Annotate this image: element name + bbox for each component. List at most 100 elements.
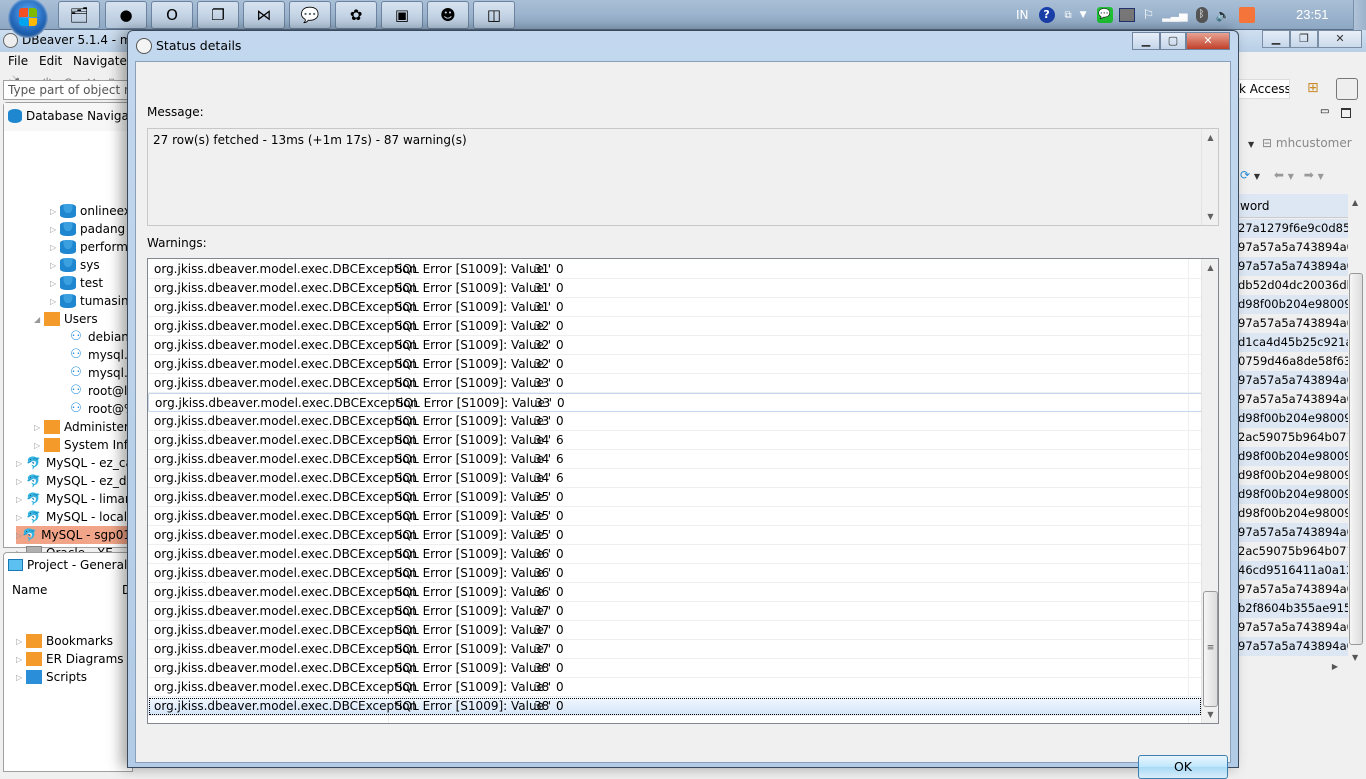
taskbar-color-app-button[interactable]: ✿ [335, 1, 377, 29]
scroll-up-icon[interactable]: ▲ [1352, 198, 1358, 207]
warning-row[interactable]: org.jkiss.dbeaver.model.exec.DBCExceptio… [148, 488, 1202, 507]
bluetooth-icon[interactable]: ᛒ [1195, 7, 1208, 23]
expand-arrow-icon[interactable]: ▷ [50, 225, 60, 234]
taskbar-chrome-button[interactable]: ● [105, 1, 147, 29]
taskbar-windows-explorer-button[interactable]: 🗂 [58, 1, 100, 29]
expand-arrow-icon[interactable]: ▷ [16, 673, 26, 682]
result-cell[interactable]: 2ac59075b964b0715 [1238, 428, 1348, 447]
warning-row[interactable]: org.jkiss.dbeaver.model.exec.DBCExceptio… [148, 659, 1202, 678]
menu-edit[interactable]: Edit [39, 54, 62, 68]
result-cell[interactable]: 2ac59075b964b0715 [1238, 542, 1348, 561]
expand-arrow-icon[interactable]: ▷ [50, 243, 60, 252]
navigator-item[interactable]: ▷ 🐬 MySQL - ez_cas [16, 454, 139, 472]
result-cell[interactable]: db52d04dc20036dbd [1238, 276, 1348, 295]
restore-button[interactable]: ❐ [1290, 30, 1318, 48]
navigator-item[interactable]: ▷ tumasing [50, 292, 136, 310]
result-cell[interactable]: 97a57a5a743894a0e4 [1238, 637, 1348, 656]
dropdown-icon[interactable]: ▼ [1318, 172, 1324, 181]
show-desktop-button[interactable] [1353, 0, 1366, 30]
display-icon[interactable] [1118, 8, 1135, 22]
warning-row[interactable]: org.jkiss.dbeaver.model.exec.DBCExceptio… [148, 678, 1202, 697]
project-item[interactable]: ▷ Scripts [16, 668, 87, 686]
navigator-item[interactable]: ▷ Administer [34, 418, 129, 436]
scroll-down-icon[interactable]: ▼ [1352, 653, 1358, 662]
close-button[interactable]: ✕ [1318, 30, 1362, 48]
scroll-thumb[interactable] [1349, 273, 1363, 645]
message-text-area[interactable]: 27 row(s) fetched - 13ms (+1m 17s) - 87 … [147, 128, 1219, 226]
scroll-thumb[interactable]: ≡ [1203, 591, 1218, 707]
scroll-down-icon[interactable]: ▼ [1202, 208, 1219, 225]
result-cell[interactable]: 97a57a5a743894a0e4 [1238, 257, 1348, 276]
project-item[interactable]: ▷ ER Diagrams [16, 650, 124, 668]
result-cell[interactable]: d98f00b204e9800998 [1238, 485, 1348, 504]
warnings-scrollbar[interactable]: ▲ ≡ ▼ [1201, 259, 1218, 723]
refresh-icon[interactable]: ⟳ [1240, 168, 1250, 182]
warning-row[interactable]: org.jkiss.dbeaver.model.exec.DBCExceptio… [148, 412, 1202, 431]
editor-tab[interactable]: ▼ ⊟ mhcustomer [1248, 136, 1352, 150]
expanded-arrow-icon[interactable]: ◢ [34, 315, 44, 324]
taskbar-line-messenger-button[interactable]: 💬 [289, 1, 331, 29]
warning-row[interactable]: org.jkiss.dbeaver.model.exec.DBCExceptio… [148, 431, 1202, 450]
warnings-table[interactable]: org.jkiss.dbeaver.model.exec.DBCExceptio… [147, 258, 1219, 724]
expand-arrow-icon[interactable]: ▷ [16, 655, 26, 664]
warning-row[interactable]: org.jkiss.dbeaver.model.exec.DBCExceptio… [148, 279, 1202, 298]
result-cell[interactable]: d1ca4d45b25c921a1 [1238, 333, 1348, 352]
result-cell[interactable]: 97a57a5a743894a0e4 [1238, 580, 1348, 599]
tray-expand-icon[interactable]: ▼ [1080, 10, 1087, 20]
expand-arrow-icon[interactable]: ▷ [34, 423, 44, 432]
expand-arrow-icon[interactable]: ▷ [50, 207, 60, 216]
ok-button[interactable]: OK [1138, 755, 1228, 779]
result-cell[interactable]: b2f8604b355ae9150c [1238, 599, 1348, 618]
minimize-button[interactable]: ▁ [1262, 30, 1290, 48]
result-cell[interactable]: 97a57a5a743894a0e4 [1238, 371, 1348, 390]
line-notify-icon[interactable]: 💬 [1096, 7, 1113, 23]
result-cell[interactable]: 97a57a5a743894a0e4 [1238, 314, 1348, 333]
taskbar-virtualbox-button[interactable]: ◫ [473, 1, 515, 29]
taskbar-task-manager-button[interactable]: ▣ [381, 1, 423, 29]
warning-row[interactable]: org.jkiss.dbeaver.model.exec.DBCExceptio… [148, 298, 1202, 317]
result-cell[interactable]: d98f00b204e9800998 [1238, 409, 1348, 428]
taskbar-file-manager-button[interactable]: ❐ [197, 1, 239, 29]
result-cell[interactable]: d98f00b204e9800998 [1238, 466, 1348, 485]
warning-row[interactable]: org.jkiss.dbeaver.model.exec.DBCExceptio… [148, 469, 1202, 488]
expand-arrow-icon[interactable]: ▷ [16, 477, 26, 486]
taskbar-dbeaver-button[interactable]: ☻ [427, 1, 469, 29]
expand-arrow-icon[interactable]: ▷ [16, 495, 26, 504]
scroll-right-icon[interactable]: ▶ [1332, 662, 1338, 671]
monitor-switch-icon[interactable]: ⧉ [1065, 10, 1072, 21]
navigator-item[interactable]: ▷ sys [50, 256, 100, 274]
menu-file[interactable]: File [8, 54, 28, 68]
project-title[interactable]: Project - General [27, 558, 127, 572]
result-cell[interactable]: 46cd9516411a0a124 [1238, 561, 1348, 580]
dropdown-icon[interactable]: ▼ [1254, 172, 1260, 181]
maximize-view-icon[interactable] [1341, 108, 1351, 118]
expand-arrow-icon[interactable]: ▷ [50, 279, 60, 288]
dialog-maximize-button[interactable]: ▢ [1160, 32, 1186, 50]
navigator-item[interactable]: ▷ 🐬 MySQL - ez_din [16, 472, 137, 490]
navigator-item[interactable]: ▷ test [50, 274, 103, 292]
taskbar-outlook-button[interactable]: O [151, 1, 193, 29]
results-vertical-scrollbar[interactable]: ▲ ▼ [1348, 194, 1364, 664]
warning-row[interactable]: org.jkiss.dbeaver.model.exec.DBCExceptio… [148, 564, 1202, 583]
language-indicator[interactable]: IN [1016, 8, 1029, 22]
warning-row[interactable]: org.jkiss.dbeaver.model.exec.DBCExceptio… [148, 621, 1202, 640]
minimize-view-icon[interactable]: ▭ [1320, 106, 1329, 117]
project-item[interactable]: ▷ Bookmarks [16, 632, 113, 650]
result-cell[interactable]: 0759d46a8de58f63a [1238, 352, 1348, 371]
results-column-header[interactable]: word [1238, 194, 1348, 218]
navigator-item[interactable]: ▷ 🐬 MySQL - sgp01. [16, 526, 135, 544]
expand-arrow-icon[interactable]: ▷ [16, 459, 26, 468]
results-horizontal-scrollbar[interactable]: ▶ [1238, 660, 1348, 676]
warning-row[interactable]: org.jkiss.dbeaver.model.exec.DBCExceptio… [148, 336, 1202, 355]
result-cell[interactable]: 97a57a5a743894a0e4 [1238, 238, 1348, 257]
navigator-item[interactable]: ▷ padang [50, 220, 125, 238]
navigator-item[interactable]: ▷ 🐬 MySQL - limant [16, 490, 137, 508]
scroll-down-icon[interactable]: ▼ [1202, 706, 1218, 723]
warning-row[interactable]: org.jkiss.dbeaver.model.exec.DBCExceptio… [148, 602, 1202, 621]
project-col-name[interactable]: Name [12, 583, 47, 597]
network-signal-icon[interactable]: ▂▃▅ [1162, 9, 1187, 22]
warning-row[interactable]: org.jkiss.dbeaver.model.exec.DBCExceptio… [148, 317, 1202, 336]
dropdown-icon[interactable]: ▼ [1288, 172, 1294, 181]
result-cell[interactable]: d98f00b204e9800998 [1238, 295, 1348, 314]
warning-row[interactable]: org.jkiss.dbeaver.model.exec.DBCExceptio… [148, 583, 1202, 602]
